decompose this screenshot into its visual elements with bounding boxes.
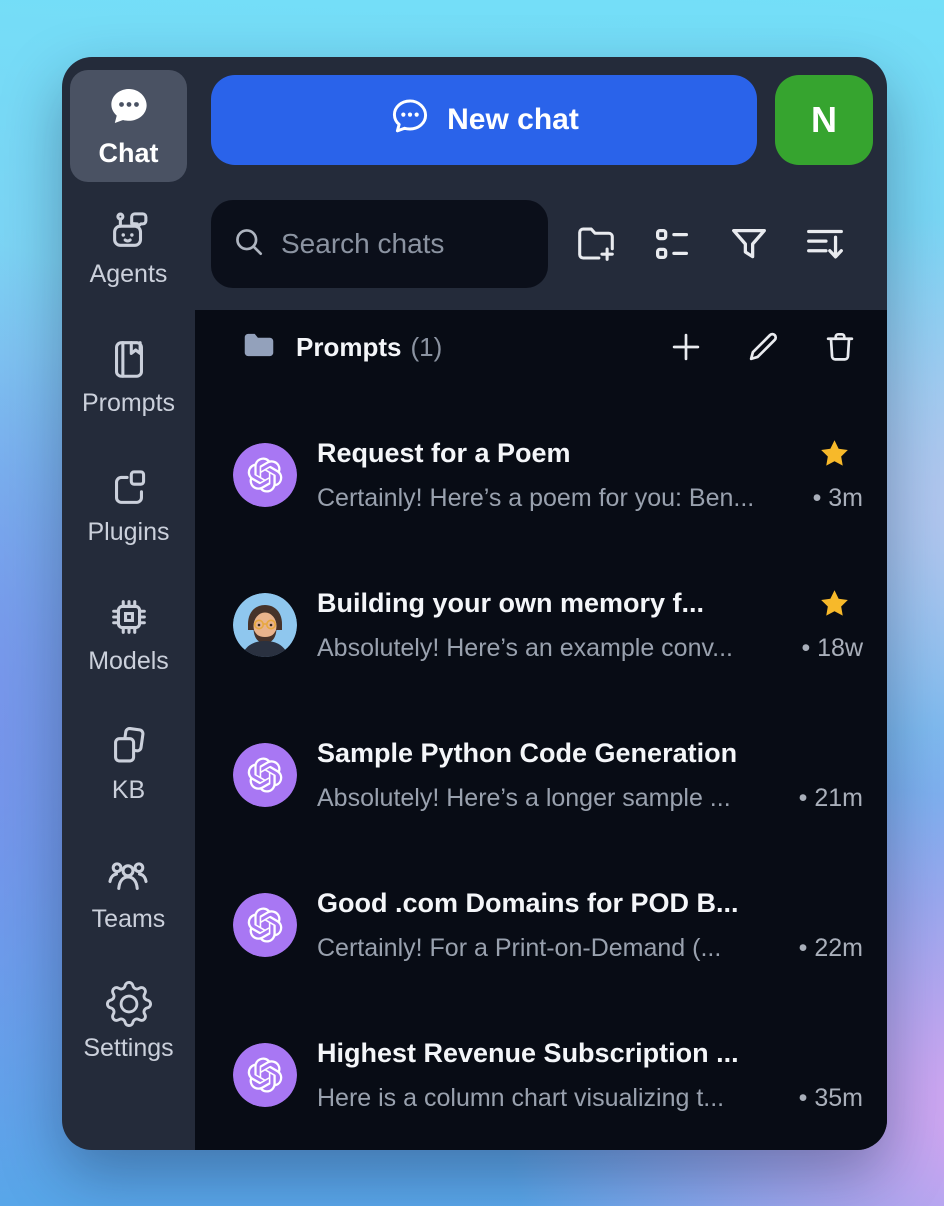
sort-button[interactable] xyxy=(796,215,854,273)
delete-folder-button[interactable] xyxy=(815,322,865,372)
chat-time: • 21m xyxy=(799,784,863,813)
new-chat-label: New chat xyxy=(447,103,579,137)
sidebar-item-label: Prompts xyxy=(82,389,175,418)
sidebar: Chat Agents xyxy=(62,57,195,1150)
chat-list-item[interactable]: Good .com Domains for POD B... Certainly… xyxy=(195,850,887,1000)
chat-list-item[interactable]: Sample Python Code Generation Absolutely… xyxy=(195,700,887,850)
new-chat-button[interactable]: New chat xyxy=(211,75,757,165)
cpu-chip-icon xyxy=(106,594,152,640)
sidebar-item-label: Plugins xyxy=(88,518,170,547)
folder-name: Prompts xyxy=(296,332,401,363)
openai-avatar xyxy=(233,1043,297,1107)
search-icon xyxy=(231,224,267,265)
sidebar-item-models[interactable]: Models xyxy=(88,594,169,676)
star-icon[interactable] xyxy=(818,587,851,620)
gear-icon xyxy=(106,981,152,1027)
sidebar-item-label: Models xyxy=(88,647,169,676)
chat-title: Request for a Poem xyxy=(317,438,806,469)
user-avatar xyxy=(233,593,297,657)
sidebar-item-label: Chat xyxy=(99,138,159,169)
blocks-icon xyxy=(106,465,152,511)
folder-row-prompts[interactable]: Prompts (1) xyxy=(195,316,887,378)
add-chat-button[interactable] xyxy=(661,322,711,372)
stacked-files-icon xyxy=(106,723,152,769)
filter-button[interactable] xyxy=(720,215,778,273)
sidebar-item-prompts[interactable]: Prompts xyxy=(82,336,175,418)
chat-list-item[interactable]: Building your own memory f... Absolutely… xyxy=(195,550,887,700)
chat-list-item[interactable]: Request for a Poem Certainly! Here’s a p… xyxy=(195,400,887,550)
chat-time: • 3m xyxy=(813,484,863,513)
content-panel: New chat N xyxy=(195,57,887,1150)
sidebar-item-chat[interactable]: Chat xyxy=(70,70,187,182)
folder-icon xyxy=(240,326,278,369)
chat-bubble-icon xyxy=(106,83,152,134)
header: New chat N xyxy=(195,57,887,288)
openai-avatar xyxy=(233,443,297,507)
sidebar-item-label: KB xyxy=(112,776,145,805)
sidebar-item-settings[interactable]: Settings xyxy=(83,981,173,1063)
sidebar-item-label: Settings xyxy=(83,1034,173,1063)
chat-preview: Absolutely! Here’s a longer sample ... xyxy=(317,784,785,813)
chat-title: Building your own memory f... xyxy=(317,588,806,619)
chat-bubble-outline-icon xyxy=(389,95,431,145)
chat-preview: Certainly! For a Print-on-Demand (... xyxy=(317,934,785,963)
add-folder-button[interactable] xyxy=(567,215,625,273)
edit-folder-button[interactable] xyxy=(738,322,788,372)
sidebar-item-label: Teams xyxy=(92,905,166,934)
star-icon[interactable] xyxy=(818,437,851,470)
chat-title: Sample Python Code Generation xyxy=(317,738,806,769)
chat-list: Prompts (1) xyxy=(195,310,887,1150)
search-input[interactable] xyxy=(281,228,528,260)
chat-preview: Certainly! Here’s a poem for you: Ben... xyxy=(317,484,799,513)
sidebar-item-kb[interactable]: KB xyxy=(106,723,152,805)
search-bar xyxy=(211,200,548,288)
people-group-icon xyxy=(105,852,151,898)
chat-time: • 18w xyxy=(801,634,863,663)
chat-preview: Here is a column chart visualizing t... xyxy=(317,1084,785,1113)
sidebar-item-plugins[interactable]: Plugins xyxy=(88,465,170,547)
profile-avatar-button[interactable]: N xyxy=(775,75,873,165)
folder-count: (1) xyxy=(410,332,442,363)
openai-avatar xyxy=(233,893,297,957)
robot-agent-icon xyxy=(106,207,152,253)
app-window: Chat Agents xyxy=(62,57,887,1150)
chat-time: • 35m xyxy=(799,1084,863,1113)
chat-time: • 22m xyxy=(799,934,863,963)
chat-preview: Absolutely! Here’s an example conv... xyxy=(317,634,787,663)
bulk-select-button[interactable] xyxy=(643,215,701,273)
sidebar-item-agents[interactable]: Agents xyxy=(90,207,168,289)
notebook-bookmark-icon xyxy=(106,336,152,382)
chat-title: Good .com Domains for POD B... xyxy=(317,888,806,919)
sidebar-item-label: Agents xyxy=(90,260,168,289)
chat-list-item[interactable]: Highest Revenue Subscription ... Here is… xyxy=(195,1000,887,1150)
openai-avatar xyxy=(233,743,297,807)
sidebar-item-teams[interactable]: Teams xyxy=(92,852,166,934)
chat-title: Highest Revenue Subscription ... xyxy=(317,1038,806,1069)
